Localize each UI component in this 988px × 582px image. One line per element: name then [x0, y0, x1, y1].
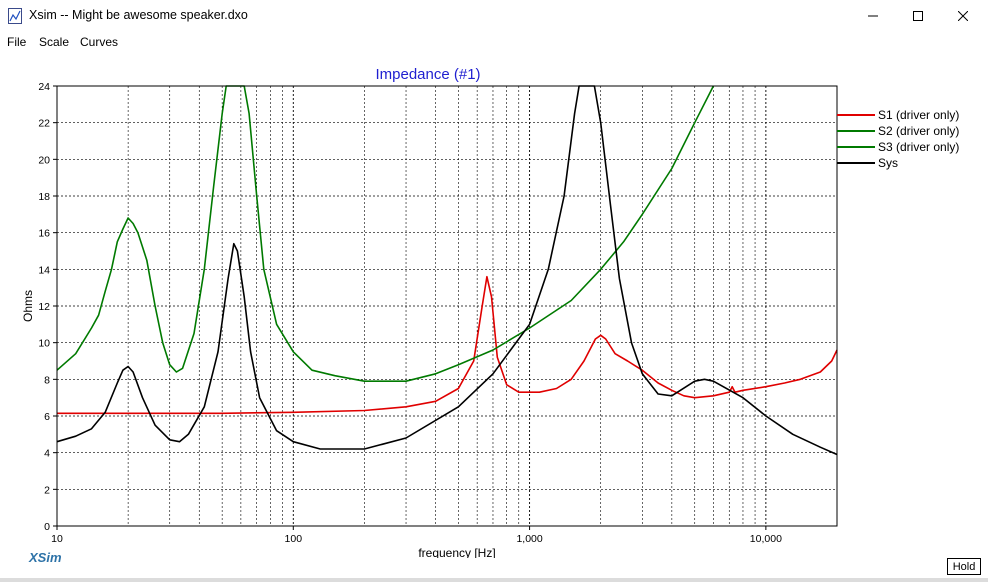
menu-curves[interactable]: Curves [80, 35, 118, 49]
curve-series-4 [56, 85, 838, 456]
close-icon [958, 11, 968, 21]
window-title: Xsim -- Might be awesome speaker.dxo [29, 8, 248, 22]
x-tick-label: 1,000 [516, 533, 542, 545]
minimize-icon [868, 15, 878, 17]
y-tick-label: 20 [38, 154, 50, 166]
y-tick-label: 2 [44, 484, 50, 496]
menu-scale[interactable]: Scale [39, 35, 69, 49]
maximize-icon [913, 11, 923, 21]
curve-series-1 [57, 275, 838, 415]
legend-label: Sys [878, 156, 898, 170]
legend-label: S1 (driver only) [878, 108, 959, 122]
legend-label: S2 (driver only) [878, 124, 959, 138]
x-axis-ticks: 10 100 1,000 10,000 [51, 526, 782, 545]
y-tick-label: 24 [38, 81, 50, 93]
y-tick-label: 16 [38, 228, 50, 240]
y-tick-label: 18 [38, 191, 50, 203]
maximize-button[interactable] [895, 0, 941, 32]
impedance-chart[interactable]: Impedance (#1) 024681012141618202224 10 1… [0, 52, 988, 558]
y-tick-label: 0 [44, 521, 50, 533]
bottom-strip [0, 578, 988, 582]
menu-file[interactable]: File [7, 35, 26, 49]
x-tick-label: 10 [51, 533, 63, 545]
y-tick-label: 6 [44, 411, 50, 423]
chart-curves [56, 85, 838, 456]
y-tick-label: 8 [44, 374, 50, 386]
y-tick-label: 10 [38, 338, 50, 350]
y-tick-label: 14 [38, 264, 50, 276]
y-axis-ticks: 024681012141618202224 [38, 81, 57, 533]
y-tick-label: 12 [38, 301, 50, 313]
xsim-logo: XSim [29, 550, 62, 565]
window-title-bar: Xsim -- Might be awesome speaker.dxo [0, 0, 988, 32]
x-tick-label: 10,000 [750, 533, 782, 545]
y-tick-label: 22 [38, 118, 50, 130]
chart-legend: S1 (driver only) S2 (driver only) S3 (driv… [837, 108, 959, 170]
chart-grid [57, 86, 837, 526]
legend-label: S3 (driver only) [878, 140, 959, 154]
menu-bar: File Scale Curves [0, 32, 988, 52]
y-axis-label: Ohms [21, 290, 35, 322]
close-button[interactable] [940, 0, 986, 32]
app-icon [8, 8, 22, 24]
hold-button[interactable]: Hold [947, 558, 981, 575]
chart-title: Impedance (#1) [375, 66, 480, 83]
y-tick-label: 4 [44, 448, 50, 460]
x-axis-label: frequency [Hz] [418, 546, 495, 558]
x-tick-label: 100 [285, 533, 303, 545]
curve-series-2 [56, 85, 715, 382]
minimize-button[interactable] [850, 0, 896, 32]
